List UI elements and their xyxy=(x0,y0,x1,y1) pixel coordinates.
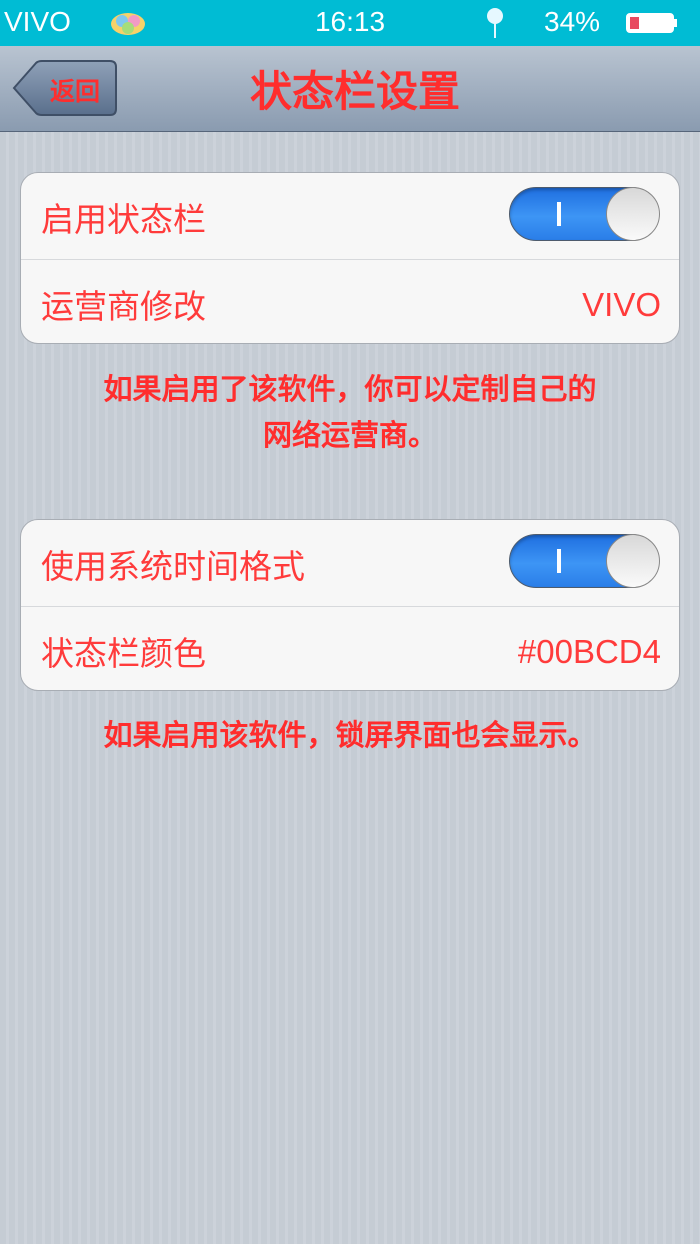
lockscreen-hint-text: 如果启用该软件，锁屏界面也会显示。 xyxy=(0,712,700,758)
enable-status-bar-toggle[interactable] xyxy=(509,187,660,241)
navigation-bar: 返回 状态栏设置 xyxy=(0,46,700,132)
page-title: 状态栏设置 xyxy=(249,67,460,116)
status-bar-color-label: 状态栏颜色 xyxy=(41,634,206,673)
status-bar-color-value: #00BCD4 xyxy=(517,633,661,670)
toggle-knob xyxy=(606,534,660,588)
enable-status-bar-row: 启用状态栏 xyxy=(21,173,679,259)
system-time-format-toggle[interactable] xyxy=(509,534,660,588)
carrier-hint-text: 如果启用了该软件，你可以定制自己的 网络运营商。 xyxy=(0,366,700,458)
carrier-hint-line1: 如果启用了该软件，你可以定制自己的 xyxy=(103,372,597,406)
toggle-knob xyxy=(606,187,660,241)
status-bar-color-row[interactable]: 状态栏颜色 #00BCD4 xyxy=(21,606,679,690)
enable-status-bar-label: 启用状态栏 xyxy=(41,200,206,239)
carrier-edit-row[interactable]: 运营商修改 VIVO xyxy=(21,259,679,343)
lockscreen-hint-line1: 如果启用该软件，锁屏界面也会显示。 xyxy=(103,718,597,752)
carrier-edit-label: 运营商修改 xyxy=(41,287,206,326)
toggle-on-mark xyxy=(557,549,561,573)
location-pin-icon xyxy=(487,8,503,38)
battery-percent: 34% xyxy=(544,6,601,37)
settings-group-carrier: 启用状态栏 运营商修改 VIVO xyxy=(20,172,680,344)
toggle-on-mark xyxy=(557,202,561,226)
system-time-format-row: 使用系统时间格式 xyxy=(21,520,679,606)
carrier-hint-line2: 网络运营商。 xyxy=(262,418,437,452)
battery-icon xyxy=(626,13,677,33)
settings-group-appearance: 使用系统时间格式 状态栏颜色 #00BCD4 xyxy=(20,519,680,691)
carrier-edit-value: VIVO xyxy=(582,286,661,323)
system-time-format-label: 使用系统时间格式 xyxy=(41,547,305,586)
status-bar: VIVO 16:13 34% xyxy=(0,0,700,46)
